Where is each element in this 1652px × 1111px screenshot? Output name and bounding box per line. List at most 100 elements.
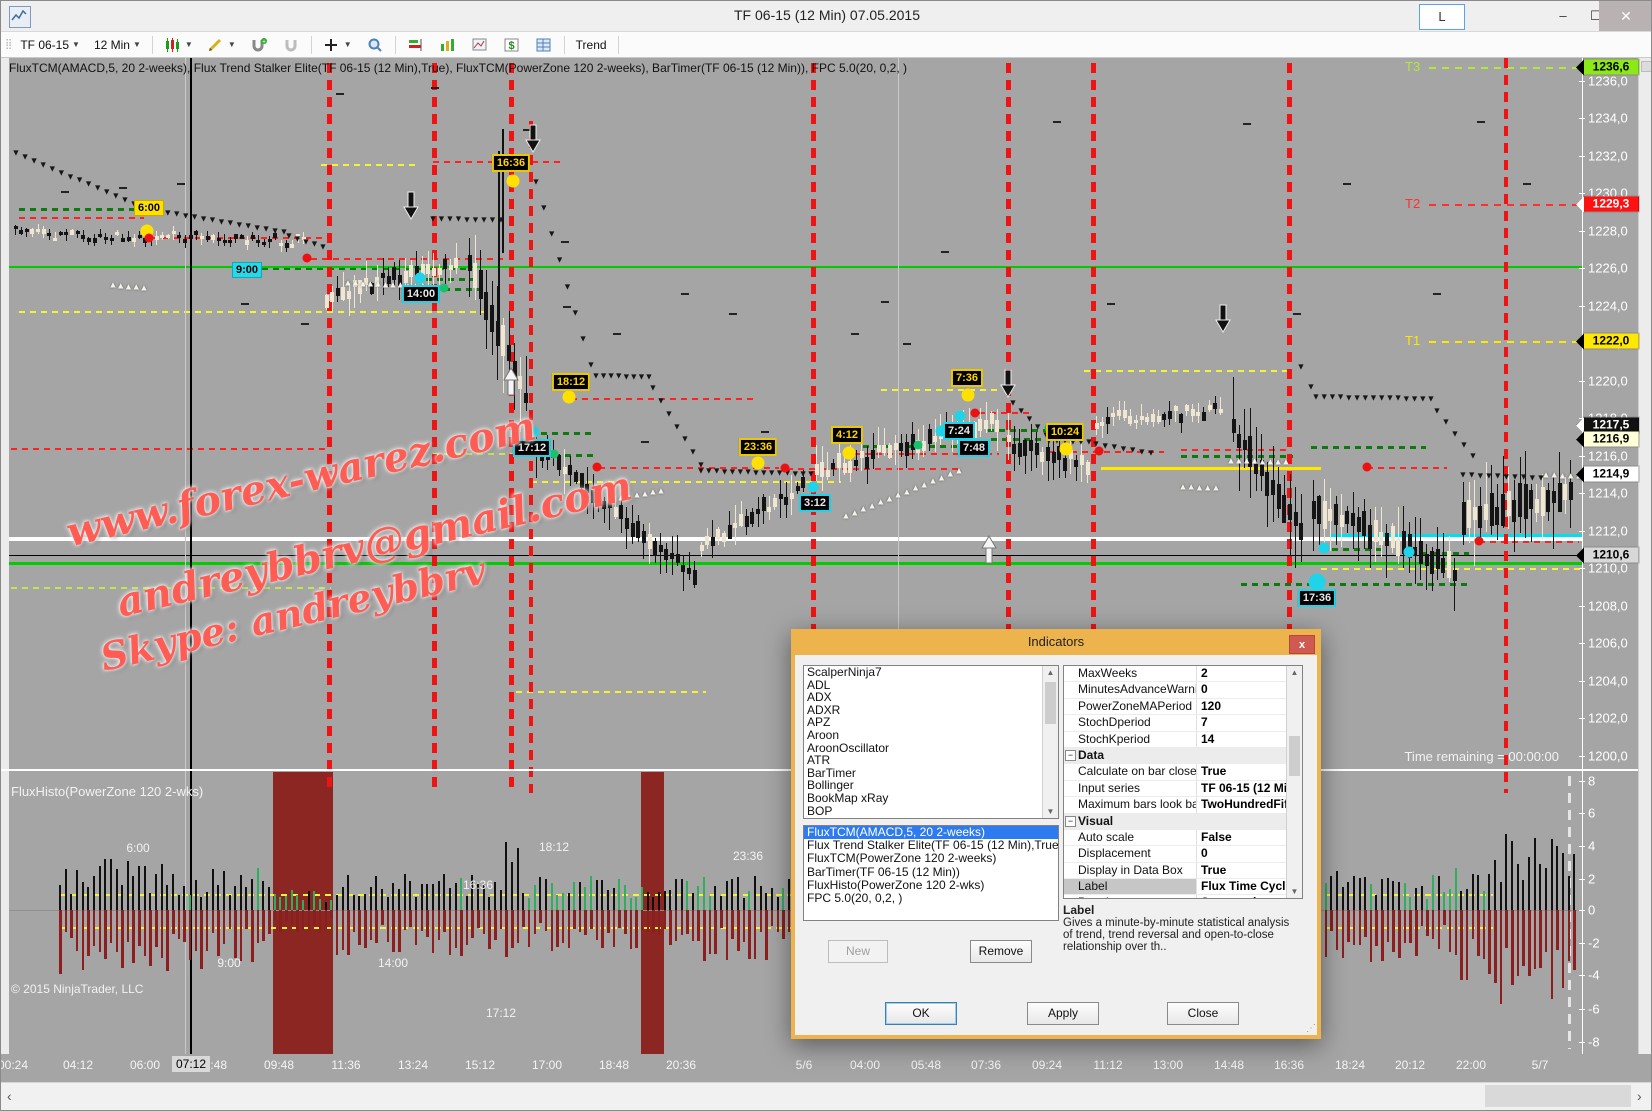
applied-indicator-item[interactable]: FluxTCM(PowerZone 120 2-weeks)	[804, 852, 1058, 865]
histogram-bar-up	[1455, 868, 1457, 910]
histogram-bar-down	[387, 910, 390, 942]
apply-button[interactable]: Apply	[1027, 1002, 1099, 1025]
property-row[interactable]: MaxWeeks2	[1064, 666, 1302, 682]
property-row[interactable]: PanelSame as input series	[1064, 895, 1302, 899]
resize-grip[interactable]: ⋰	[1306, 1023, 1316, 1034]
applied-indicators-list[interactable]: FluxTCM(AMACD,5, 20 2-weeks)Flux Trend S…	[803, 825, 1059, 921]
price-tick-label: 1214,0	[1588, 486, 1628, 501]
available-indicator-item[interactable]: Aroon	[804, 729, 1058, 742]
down-trend-triangle-icon: ▼	[1469, 452, 1478, 461]
scroll-up-arrow[interactable]: ▲	[1287, 668, 1302, 677]
property-row[interactable]: LabelFlux Time Cycle Marke	[1064, 879, 1302, 895]
property-row[interactable]: Displacement0	[1064, 846, 1302, 862]
property-row[interactable]: StochDperiod7	[1064, 715, 1302, 731]
down-trend-triangle-icon: ▼	[111, 192, 120, 201]
property-description-text: Gives a minute-by-minute statistical ana…	[1063, 917, 1289, 953]
histogram-bar-up	[212, 869, 214, 910]
available-indicator-item[interactable]: BOP	[804, 805, 1058, 818]
applied-indicator-item[interactable]: FPC 5.0(20, 0,2, )	[804, 892, 1058, 905]
candle-body	[1334, 504, 1338, 525]
close-dialog-button[interactable]: Close	[1167, 1002, 1239, 1025]
histogram-bar-down	[647, 910, 650, 932]
scrollbar-thumb[interactable]	[1289, 736, 1300, 776]
price-tick-dash	[241, 303, 249, 305]
candle-body	[1106, 417, 1110, 425]
histogram-bar-up	[195, 880, 197, 910]
property-section-row[interactable]: Data	[1064, 748, 1302, 764]
available-indicator-item[interactable]: BookMap xRay	[804, 792, 1058, 805]
property-row[interactable]: Display in Data BoxTrue	[1064, 863, 1302, 879]
scroll-down-arrow[interactable]: ▼	[1287, 887, 1302, 896]
available-indicator-item[interactable]: ATR	[804, 754, 1058, 767]
candle-body	[256, 240, 260, 243]
down-trend-triangle-icon: ▼	[1511, 473, 1520, 482]
scroll-right-arrow[interactable]: ›	[1637, 1088, 1642, 1104]
histogram-bar-up	[99, 866, 101, 910]
available-indicators-list[interactable]: ScalperNinja7ADLADXADXRAPZAroonAroonOsci…	[803, 665, 1059, 819]
list-scrollbar[interactable]: ▲ ▼	[1042, 666, 1058, 818]
histogram-bar-up	[161, 864, 163, 910]
horizontal-scrollbar[interactable]: ‹ ›	[1, 1082, 1652, 1110]
property-row[interactable]: PowerZoneMAPeriod120	[1064, 699, 1302, 715]
property-row[interactable]: Auto scaleFalse	[1064, 830, 1302, 846]
dialog-title[interactable]: Indicators	[791, 629, 1321, 655]
candle-body	[779, 494, 783, 499]
histogram-bar-down	[517, 910, 520, 943]
histogram-bar-up	[1528, 857, 1530, 910]
down-trend-triangle-icon: ▼	[120, 196, 129, 205]
histogram-bar-down	[1364, 910, 1367, 937]
property-row[interactable]: StochKperiod14	[1064, 732, 1302, 748]
candle-body	[524, 393, 528, 403]
dialog-close-button[interactable]: x	[1289, 635, 1315, 654]
property-section-row[interactable]: Visual	[1064, 814, 1302, 830]
scroll-up-arrow[interactable]: ▲	[1043, 668, 1058, 677]
histogram-bar-down	[76, 910, 79, 951]
candle-body	[1174, 406, 1178, 410]
ok-button[interactable]: OK	[885, 1002, 957, 1025]
histogram-bar-down	[613, 910, 616, 947]
histogram-bar-up	[545, 879, 547, 910]
available-indicator-item[interactable]: ADL	[804, 679, 1058, 692]
property-row[interactable]: Maximum bars look bacTwoHundredFiftySix	[1064, 797, 1302, 813]
scroll-down-arrow[interactable]: ▼	[1043, 807, 1058, 816]
histogram-bar-up	[375, 876, 377, 910]
bar-time-tag: 6:00	[134, 200, 164, 216]
histogram-bar-down	[1359, 910, 1362, 945]
candle-body	[1328, 509, 1332, 521]
histogram-bar-up	[455, 883, 457, 910]
candle-body	[796, 486, 800, 491]
time-tick-label: 09:24	[1032, 1058, 1062, 1072]
available-indicator-item[interactable]: ADX	[804, 691, 1058, 704]
time-axis[interactable]: 00:2404:1206:0007:4809:4811:3613:2415:12…	[1, 1054, 1652, 1082]
candle-body	[784, 497, 788, 505]
grid-scrollbar[interactable]: ▲ ▼	[1286, 666, 1302, 898]
price-tick-mark	[1579, 231, 1585, 232]
histogram-bar-down	[308, 910, 311, 930]
price-marker-tag: 1236,6	[1584, 60, 1639, 75]
scrollbar-thumb[interactable]	[1045, 682, 1056, 724]
property-row[interactable]: Input seriesTF 06-15 (12 Min)	[1064, 781, 1302, 797]
available-indicator-item[interactable]: AroonOscillator	[804, 742, 1058, 755]
property-row[interactable]: Calculate on bar closeTrue	[1064, 764, 1302, 780]
price-tick-label: 1210,0	[1588, 561, 1628, 576]
histogram-bar-down	[1381, 910, 1384, 961]
cursor-time-tag: 07:12	[172, 1056, 210, 1072]
price-tick-mark	[1579, 493, 1585, 494]
histogram-bar-down	[726, 910, 729, 960]
scrollbar-thumb[interactable]	[1485, 1085, 1631, 1107]
remove-button[interactable]: Remove	[970, 940, 1032, 963]
time-tick-label: 13:00	[1153, 1058, 1183, 1072]
property-grid[interactable]: MaxWeeks2MinutesAdvanceWarnin0PowerZoneM…	[1063, 665, 1303, 899]
scroll-left-arrow[interactable]: ‹	[7, 1088, 12, 1104]
available-indicator-item[interactable]: ADXR	[804, 704, 1058, 717]
available-indicator-item[interactable]: APZ	[804, 716, 1058, 729]
available-indicator-item[interactable]: ScalperNinja7	[804, 666, 1058, 679]
property-row[interactable]: MinutesAdvanceWarnin0	[1064, 682, 1302, 698]
histogram-bar-down	[709, 910, 712, 954]
candle-body	[716, 529, 720, 539]
new-button[interactable]: New	[828, 940, 888, 963]
applied-indicator-item[interactable]: BarTimer(TF 06-15 (12 Min))	[804, 866, 1058, 879]
up-trend-triangle-icon: ▲	[911, 484, 920, 493]
histogram-bar-down	[127, 910, 130, 942]
candle-body	[1351, 513, 1355, 526]
